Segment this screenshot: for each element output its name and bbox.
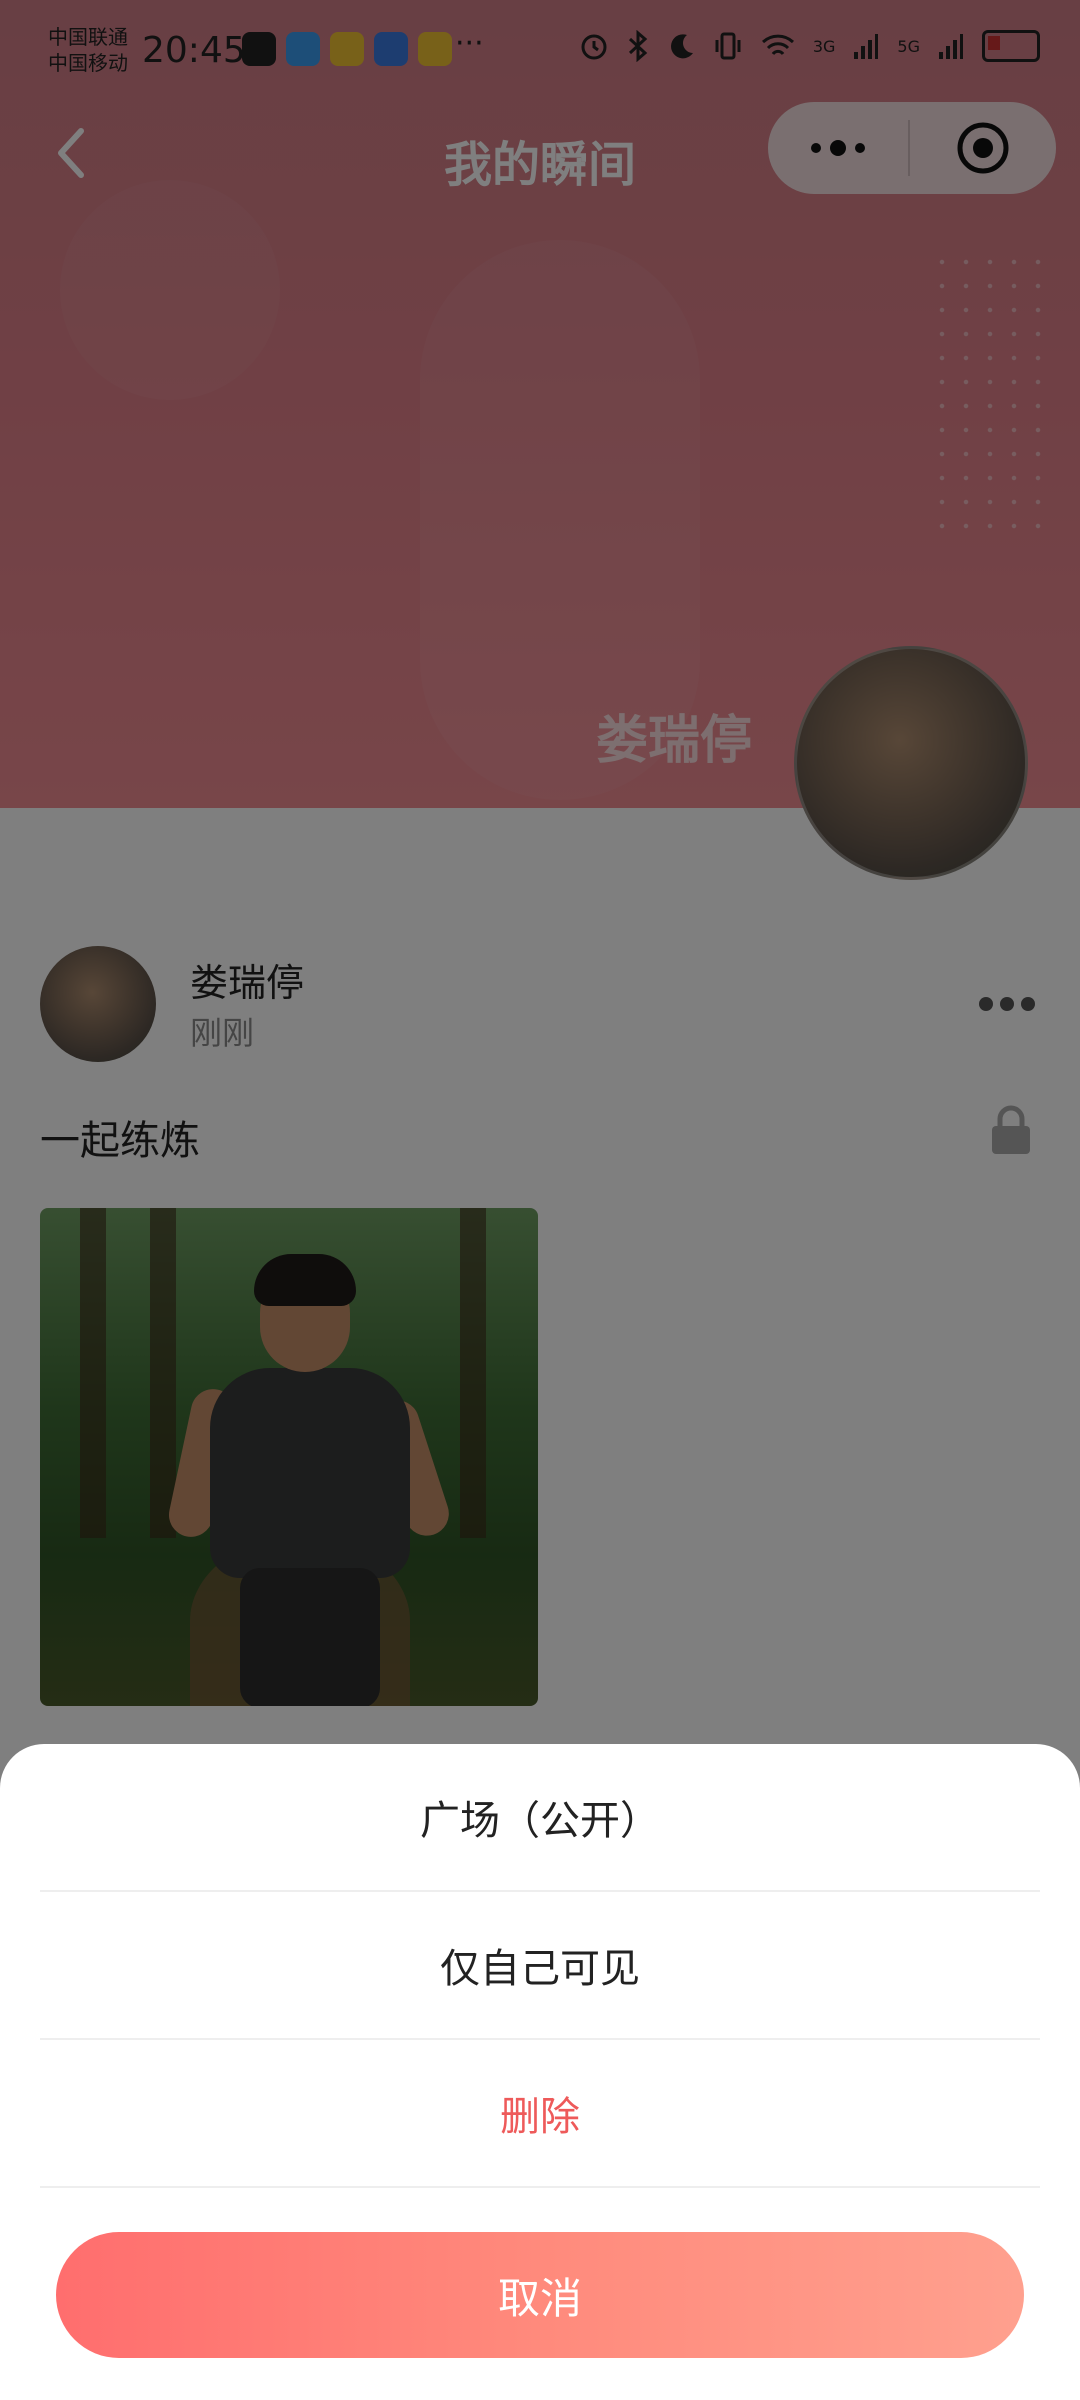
option-label: 删除 [500, 2094, 580, 2140]
cancel-label: 取消 [497, 2273, 582, 2323]
screen: 中国联通 中国移动 20:45 ··· 3G 5G [0, 0, 1080, 2400]
action-sheet: 广场（公开） 仅自己可见 删除 取消 [0, 1744, 1080, 2400]
option-private[interactable]: 仅自己可见 [40, 1892, 1040, 2040]
option-delete[interactable]: 删除 [40, 2040, 1040, 2188]
option-public-square[interactable]: 广场（公开） [40, 1744, 1040, 1892]
cancel-button[interactable]: 取消 [56, 2232, 1024, 2358]
option-label: 仅自己可见 [440, 1946, 640, 1992]
option-label: 广场（公开） [420, 1798, 660, 1844]
